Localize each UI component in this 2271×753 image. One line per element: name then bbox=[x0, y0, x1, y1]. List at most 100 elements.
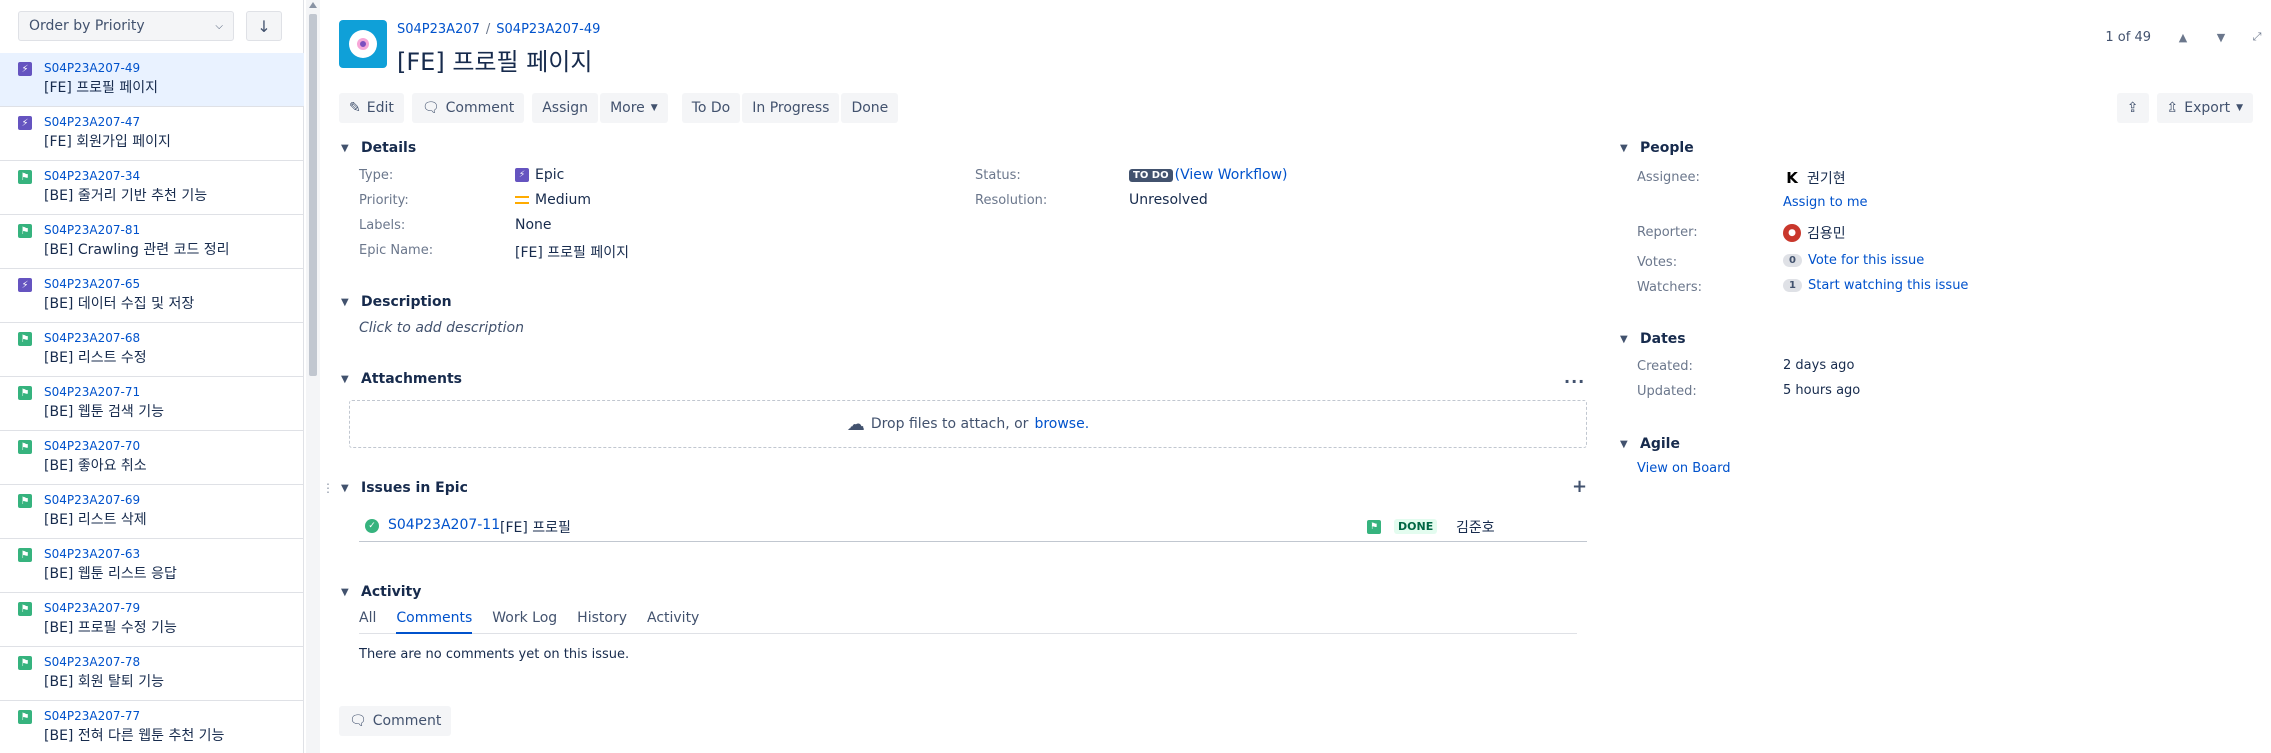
done-check-icon: ✓ bbox=[365, 519, 379, 533]
scrollbar-thumb[interactable] bbox=[309, 14, 317, 376]
created-label: Created: bbox=[1637, 359, 1693, 374]
tab-comments[interactable]: Comments bbox=[396, 608, 473, 634]
chevron-down-icon: ▼ bbox=[341, 586, 349, 598]
epic-icon: ⚡ bbox=[515, 168, 529, 182]
more-options-icon[interactable]: ··· bbox=[1564, 372, 1585, 391]
arrow-down-icon: ↓ bbox=[257, 16, 271, 36]
done-button[interactable]: Done bbox=[841, 93, 899, 123]
to-do-button[interactable]: To Do bbox=[681, 93, 741, 123]
list-item[interactable]: ⚑ S04P23A207-77 [BE] 전혀 다른 웹툰 추천 기능 bbox=[0, 701, 304, 753]
status-badge: DONE bbox=[1394, 519, 1438, 534]
toolbar: ✎ Edit 🗨 Comment Assign More ▼ To Do In … bbox=[339, 93, 899, 123]
edit-button[interactable]: ✎ Edit bbox=[339, 93, 404, 123]
assign-to-me-link[interactable]: Assign to me bbox=[1783, 195, 1868, 210]
agile-section-toggle[interactable]: ▼ Agile bbox=[1620, 436, 1680, 452]
attachment-drop-zone[interactable]: ☁ Drop files to attach, or browse. bbox=[349, 400, 1587, 448]
sort-direction-button[interactable]: ↓ bbox=[246, 11, 282, 41]
expand-icon[interactable]: ⤢ bbox=[2247, 27, 2267, 47]
story-icon: ⚑ bbox=[18, 332, 32, 346]
list-item[interactable]: ⚡ S04P23A207-65 [BE] 데이터 수집 및 저장 bbox=[0, 269, 304, 323]
reporter-label: Reporter: bbox=[1637, 225, 1698, 240]
list-item[interactable]: ⚡ S04P23A207-47 [FE] 회원가입 페이지 bbox=[0, 107, 304, 161]
votes-label: Votes: bbox=[1637, 255, 1678, 270]
list-scrollbar[interactable] bbox=[306, 0, 320, 753]
vote-link[interactable]: Vote for this issue bbox=[1808, 253, 1924, 268]
people-section-toggle[interactable]: ▼ People bbox=[1620, 140, 1694, 156]
dates-section-toggle[interactable]: ▼ Dates bbox=[1620, 331, 1686, 347]
issue-key: S04P23A207-77 bbox=[44, 709, 141, 723]
chevron-down-icon[interactable]: ▼ bbox=[2211, 27, 2231, 47]
comment-icon: 🗨 bbox=[421, 100, 440, 116]
list-item[interactable]: ⚑ S04P23A207-69 [BE] 리스트 삭제 bbox=[0, 485, 304, 539]
tab-history[interactable]: History bbox=[577, 608, 627, 634]
tab-work-log[interactable]: Work Log bbox=[492, 608, 557, 634]
breadcrumb-project-link[interactable]: S04P23A207 bbox=[397, 22, 480, 37]
issue-list: ⚡ S04P23A207-49 [FE] 프로필 페이지 ⚡ S04P23A207-47… bbox=[0, 53, 304, 753]
comment-icon: 🗨 bbox=[349, 713, 367, 729]
chevron-down-icon: ▼ bbox=[2236, 103, 2243, 113]
list-item[interactable]: ⚑ S04P23A207-70 [BE] 좋아요 취소 bbox=[0, 431, 304, 485]
issue-key: S04P23A207-81 bbox=[44, 223, 141, 237]
priority-label: Priority: bbox=[359, 193, 409, 208]
description-field[interactable]: Click to add description bbox=[359, 320, 524, 336]
chevron-up-icon[interactable]: ▲ bbox=[2173, 27, 2193, 47]
details-section-toggle[interactable]: ▼ Details bbox=[341, 140, 416, 156]
list-item[interactable]: ⚑ S04P23A207-68 [BE] 리스트 수정 bbox=[0, 323, 304, 377]
issue-summary: [BE] 전혀 다른 웹툰 추천 기능 bbox=[44, 728, 225, 744]
assignee-label: Assignee: bbox=[1637, 170, 1700, 185]
assignee-value[interactable]: K 권기현 bbox=[1783, 168, 1845, 188]
issue-key: S04P23A207-34 bbox=[44, 169, 141, 183]
table-row[interactable]: ✓ S04P23A207-11 [FE] 프로필 ⚑ DONE 김준호 bbox=[359, 512, 1587, 542]
labels-label: Labels: bbox=[359, 218, 406, 233]
description-section-toggle[interactable]: ▼ Description bbox=[341, 294, 452, 310]
no-comments-text: There are no comments yet on this issue. bbox=[359, 647, 630, 662]
labels-value[interactable]: None bbox=[515, 217, 552, 233]
panel-resize-handle[interactable]: ⋮ bbox=[322, 482, 334, 494]
view-on-board-link[interactable]: View on Board bbox=[1637, 461, 1731, 476]
issue-summary: [BE] 웹툰 리스트 응답 bbox=[44, 566, 177, 582]
epic-issue-key-link[interactable]: S04P23A207-11 bbox=[388, 517, 500, 533]
list-item[interactable]: ⚑ S04P23A207-79 [BE] 프로필 수정 기능 bbox=[0, 593, 304, 647]
resolution-value: Unresolved bbox=[1129, 192, 1208, 208]
story-icon: ⚑ bbox=[18, 656, 32, 670]
view-workflow-link[interactable]: (View Workflow) bbox=[1175, 167, 1288, 183]
share-button[interactable]: ⇪ bbox=[2116, 93, 2149, 123]
list-item[interactable]: ⚑ S04P23A207-34 [BE] 줄거리 기반 추천 기능 bbox=[0, 161, 304, 215]
more-button[interactable]: More ▼ bbox=[600, 93, 668, 123]
project-avatar[interactable] bbox=[339, 20, 387, 68]
scroll-up-arrow-icon[interactable] bbox=[309, 2, 317, 8]
page-title[interactable]: [FE] 프로필 페이지 bbox=[397, 42, 592, 77]
issue-key: S04P23A207-78 bbox=[44, 655, 141, 669]
list-item[interactable]: ⚑ S04P23A207-78 [BE] 회원 탈퇴 기능 bbox=[0, 647, 304, 701]
watchers-value: 1 Start watching this issue bbox=[1783, 278, 1968, 293]
list-item[interactable]: ⚡ S04P23A207-49 [FE] 프로필 페이지 bbox=[0, 53, 304, 107]
list-item[interactable]: ⚑ S04P23A207-63 [BE] 웹툰 리스트 응답 bbox=[0, 539, 304, 593]
activity-section-toggle[interactable]: ▼ Activity bbox=[341, 584, 421, 600]
attachments-section-toggle[interactable]: ▼ Attachments bbox=[341, 371, 462, 387]
chevron-down-icon: ▼ bbox=[1620, 438, 1628, 450]
in-progress-button[interactable]: In Progress bbox=[742, 93, 840, 123]
share-icon: ⇪ bbox=[2126, 100, 2139, 116]
story-icon: ⚑ bbox=[18, 440, 32, 454]
order-by-select[interactable]: Order by Priority ⌵ bbox=[18, 11, 234, 41]
assign-button[interactable]: Assign bbox=[532, 93, 599, 123]
breadcrumb-issue-link[interactable]: S04P23A207-49 bbox=[496, 22, 600, 37]
list-item[interactable]: ⚑ S04P23A207-81 [BE] Crawling 관련 코드 정리 bbox=[0, 215, 304, 269]
watch-link[interactable]: Start watching this issue bbox=[1808, 278, 1968, 293]
list-item[interactable]: ⚑ S04P23A207-71 [BE] 웹툰 검색 기능 bbox=[0, 377, 304, 431]
export-button[interactable]: ⇫ Export ▼ bbox=[2156, 93, 2253, 123]
medium-priority-icon bbox=[515, 196, 529, 204]
issue-key: S04P23A207-49 bbox=[44, 61, 141, 75]
reporter-value[interactable]: ● 김용민 bbox=[1783, 223, 1846, 243]
comment-button[interactable]: 🗨 Comment bbox=[411, 93, 525, 123]
issue-summary: [BE] 웹툰 검색 기능 bbox=[44, 404, 165, 420]
issue-summary: [BE] Crawling 관련 코드 정리 bbox=[44, 242, 230, 258]
epic-name-value[interactable]: [FE] 프로필 페이지 bbox=[515, 242, 629, 262]
issues-in-epic-section-toggle[interactable]: ▼ Issues in Epic bbox=[341, 480, 468, 496]
type-value: ⚡ Epic bbox=[515, 167, 564, 183]
tab-all[interactable]: All bbox=[359, 608, 376, 634]
browse-link[interactable]: browse. bbox=[1034, 416, 1089, 432]
add-comment-button[interactable]: 🗨 Comment bbox=[339, 706, 452, 736]
add-issue-icon[interactable]: + bbox=[1572, 476, 1587, 497]
tab-activity[interactable]: Activity bbox=[647, 608, 699, 634]
